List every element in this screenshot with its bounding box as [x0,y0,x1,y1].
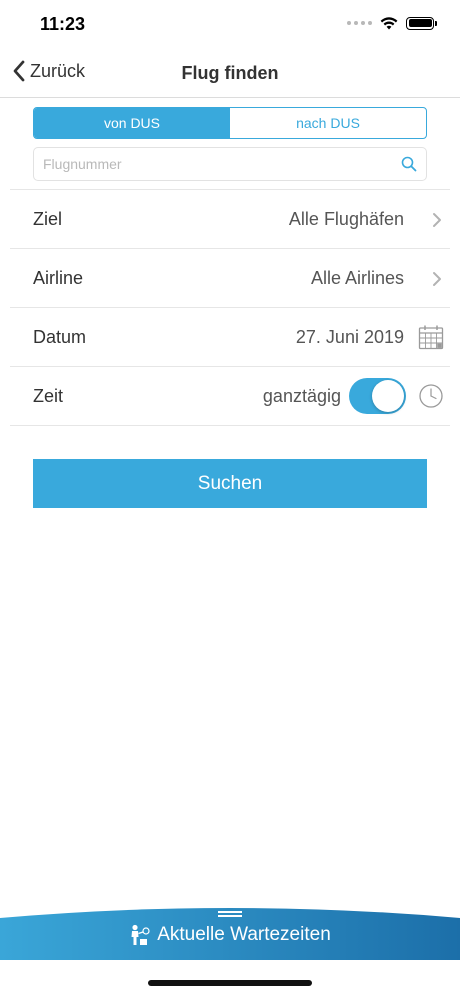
row-zeit: Zeit ganztägig [10,367,450,426]
status-icons [347,16,437,30]
chevron-right-icon [433,272,441,286]
ziel-value: Alle Flughäfen [288,208,404,229]
drawer-label: Aktuelle Wartezeiten [157,924,331,945]
airline-label: Airline [33,267,84,288]
clock-icon[interactable] [418,383,444,409]
row-ziel[interactable]: Ziel Alle Flughäfen [10,190,450,249]
page-title: Flug finden [181,63,279,83]
airline-value: Alle Airlines [310,267,404,288]
waiting-person-icon [131,924,150,945]
waiting-times-drawer[interactable]: Aktuelle Wartezeiten [0,900,460,960]
drawer-handle[interactable] [218,911,242,917]
datum-label: Datum [33,326,87,347]
signal-icon [347,21,372,25]
row-datum[interactable]: Datum 27. Juni 2019 [10,308,450,367]
zeit-value: ganztägig [262,385,341,406]
ziel-label: Ziel [33,208,63,229]
datum-value: 27. Juni 2019 [295,326,404,347]
segment-nach-dus[interactable]: nach DUS [230,108,426,138]
flight-number-search [33,147,427,181]
flight-number-input[interactable] [43,156,401,172]
calendar-icon[interactable] [418,324,444,350]
chevron-right-icon [433,213,441,227]
drawer-label-group[interactable]: Aktuelle Wartezeiten [0,924,460,946]
home-indicator [148,980,312,986]
battery-icon [406,16,437,30]
zeit-label: Zeit [33,385,64,406]
search-button[interactable]: Suchen [33,459,427,508]
search-icon[interactable] [401,156,417,172]
wifi-icon [380,17,398,30]
direction-segmented-control: von DUS nach DUS [33,107,427,139]
navigation-bar: Zurück Flug finden [0,50,460,98]
toggle-knob [372,380,404,412]
status-bar: 11:23 [0,0,460,50]
segment-von-dus[interactable]: von DUS [34,108,230,138]
filter-list: Ziel Alle Flughäfen Airline Alle Airline… [10,189,450,426]
all-day-toggle[interactable] [349,378,406,414]
row-airline[interactable]: Airline Alle Airlines [10,249,450,308]
status-time: 11:23 [40,14,86,34]
